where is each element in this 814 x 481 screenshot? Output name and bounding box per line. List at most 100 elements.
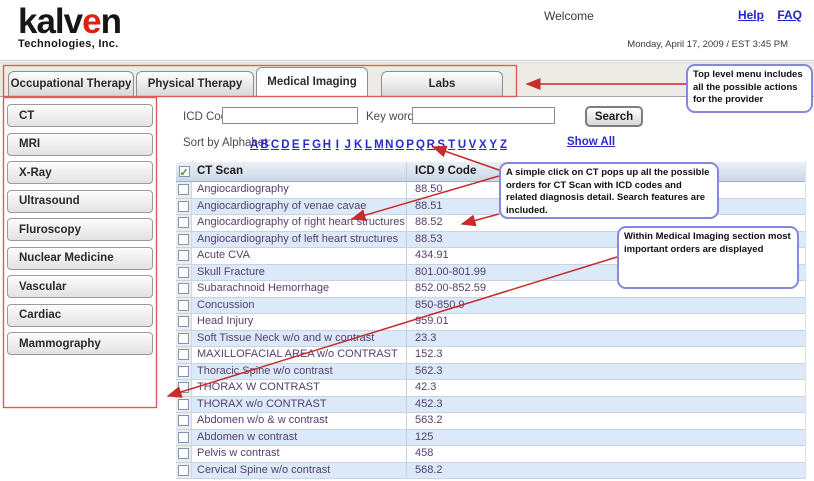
table-row-thorax-w-contrast[interactable]: THORAX W CONTRAST42.3 (176, 380, 805, 397)
sidebar-item-vascular[interactable]: Vascular (7, 275, 153, 298)
row-checkbox-cell (176, 298, 192, 314)
tab-medical-imaging[interactable]: Medical Imaging (256, 67, 368, 96)
alpha-link-o[interactable]: O (394, 139, 404, 151)
alpha-link-l[interactable]: L (363, 139, 373, 151)
alpha-link-q[interactable]: Q (415, 139, 425, 151)
alpha-link-r[interactable]: R (426, 139, 436, 151)
table-row-cervical-spine-w-o-contrast[interactable]: Cervical Spine w/o contrast568.2 (176, 463, 805, 480)
alpha-link-k[interactable]: K (353, 139, 363, 151)
alpha-link-u[interactable]: U (457, 139, 467, 151)
alpha-link-d[interactable]: D (280, 139, 290, 151)
table-row-soft-tissue-neck-w-o-and-w-contrast[interactable]: Soft Tissue Neck w/o and w contrast23.3 (176, 331, 805, 348)
show-all-link[interactable]: Show All (567, 136, 615, 148)
order-name: Angiocardiography of right heart structu… (192, 215, 406, 231)
alpha-link-i[interactable]: I (332, 139, 342, 151)
header-divider (0, 60, 814, 61)
alpha-link-f[interactable]: F (301, 139, 311, 151)
row-checkbox[interactable] (178, 283, 189, 294)
company-logo: kalven Technologies, Inc. (18, 2, 121, 50)
alpha-link-t[interactable]: T (446, 139, 456, 151)
help-link[interactable]: Help (738, 8, 764, 22)
alpha-link-g[interactable]: G (311, 139, 321, 151)
icd-code-input[interactable] (222, 107, 358, 124)
icd9-code: 152.3 (406, 347, 805, 363)
icd9-code: 563.2 (406, 413, 805, 429)
row-checkbox[interactable] (178, 448, 189, 459)
row-checkbox-cell (176, 199, 192, 215)
column-header-ct-scan[interactable]: CT Scan (192, 162, 406, 181)
alpha-link-s[interactable]: S (436, 139, 446, 151)
sidebar-item-mri[interactable]: MRI (7, 133, 153, 156)
row-checkbox-cell (176, 347, 192, 363)
alpha-link-z[interactable]: Z (498, 139, 508, 151)
row-checkbox[interactable] (178, 465, 189, 476)
table-row-maxillofacial-area-w-o-contrast[interactable]: MAXILLOFACIAL AREA w/o CONTRAST152.3 (176, 347, 805, 364)
sidebar-item-fluroscopy[interactable]: Fluroscopy (7, 218, 153, 241)
table-row-head-injury[interactable]: Head Injury959.01 (176, 314, 805, 331)
alpha-link-x[interactable]: X (478, 139, 488, 151)
row-checkbox[interactable] (178, 316, 189, 327)
top-links: Help FAQ (728, 8, 802, 22)
row-checkbox[interactable] (178, 349, 189, 360)
row-checkbox[interactable] (178, 201, 189, 212)
logo-wordmark: kalven (18, 2, 121, 42)
sidebar-item-mammography[interactable]: Mammography (7, 332, 153, 355)
alpha-link-v[interactable]: V (467, 139, 477, 151)
sidebar-item-x-ray[interactable]: X-Ray (7, 161, 153, 184)
search-button[interactable]: Search (585, 106, 643, 127)
select-all-checkbox[interactable] (179, 166, 190, 177)
alpha-link-h[interactable]: H (322, 139, 332, 151)
row-checkbox[interactable] (178, 250, 189, 261)
alpha-link-e[interactable]: E (291, 139, 301, 151)
table-row-abdomen-w-o-w-contrast[interactable]: Abdomen w/o & w contrast563.2 (176, 413, 805, 430)
row-checkbox[interactable] (178, 399, 189, 410)
order-name: Soft Tissue Neck w/o and w contrast (192, 331, 406, 347)
alpha-link-c[interactable]: C (270, 139, 280, 151)
sidebar-item-ultrasound[interactable]: Ultrasound (7, 190, 153, 213)
order-name: Acute CVA (192, 248, 406, 264)
alpha-link-b[interactable]: B (259, 139, 269, 151)
table-row-thoracic-spine-w-o-contrast[interactable]: Thoracic Spine w/o contrast562.3 (176, 364, 805, 381)
icd9-code: 568.2 (406, 463, 805, 479)
table-row-pelvis-w-contrast[interactable]: Pelvis w contrast458 (176, 446, 805, 463)
icd9-code: 42.3 (406, 380, 805, 396)
row-checkbox[interactable] (178, 432, 189, 443)
tab-labs[interactable]: Labs (381, 71, 503, 96)
row-checkbox-cell (176, 232, 192, 248)
order-name: THORAX w/o CONTRAST (192, 397, 406, 413)
row-checkbox[interactable] (178, 366, 189, 377)
alpha-link-n[interactable]: N (384, 139, 394, 151)
row-checkbox-cell (176, 331, 192, 347)
row-checkbox[interactable] (178, 267, 189, 278)
sidebar-item-ct[interactable]: CT (7, 104, 153, 127)
alpha-link-a[interactable]: A (249, 139, 259, 151)
order-name: Angiocardiography of venae cavae (192, 199, 406, 215)
row-checkbox[interactable] (178, 300, 189, 311)
table-row-concussion[interactable]: Concussion850-850.9 (176, 298, 805, 315)
sidebar-item-cardiac[interactable]: Cardiac (7, 304, 153, 327)
row-checkbox[interactable] (178, 415, 189, 426)
row-checkbox-cell (176, 397, 192, 413)
order-name: MAXILLOFACIAL AREA w/o CONTRAST (192, 347, 406, 363)
alpha-link-m[interactable]: M (374, 139, 384, 151)
row-checkbox[interactable] (178, 184, 189, 195)
table-row-abdomen-w-contrast[interactable]: Abdomen w contrast125 (176, 430, 805, 447)
alpha-link-p[interactable]: P (405, 139, 415, 151)
callout-top-level-menu: Top level menu includes all the possible… (686, 64, 813, 113)
alphabet-links: ABCDEFGHIJKLMNOPQRSTUVXYZ (249, 135, 509, 153)
alpha-link-j[interactable]: J (343, 139, 353, 151)
tab-occupational-therapy[interactable]: Occupational Therapy (8, 71, 134, 96)
row-checkbox[interactable] (178, 382, 189, 393)
faq-link[interactable]: FAQ (777, 8, 802, 22)
row-checkbox[interactable] (178, 333, 189, 344)
row-checkbox[interactable] (178, 217, 189, 228)
keyword-input[interactable] (412, 107, 555, 124)
alpha-link-y[interactable]: Y (488, 139, 498, 151)
sidebar-item-nuclear-medicine[interactable]: Nuclear Medicine (7, 247, 153, 270)
row-checkbox[interactable] (178, 234, 189, 245)
tab-physical-therapy[interactable]: Physical Therapy (136, 71, 254, 96)
icd9-code: 23.3 (406, 331, 805, 347)
table-row-thorax-w-o-contrast[interactable]: THORAX w/o CONTRAST452.3 (176, 397, 805, 414)
icd9-code: 850-850.9 (406, 298, 805, 314)
icd9-code: 458 (406, 446, 805, 462)
